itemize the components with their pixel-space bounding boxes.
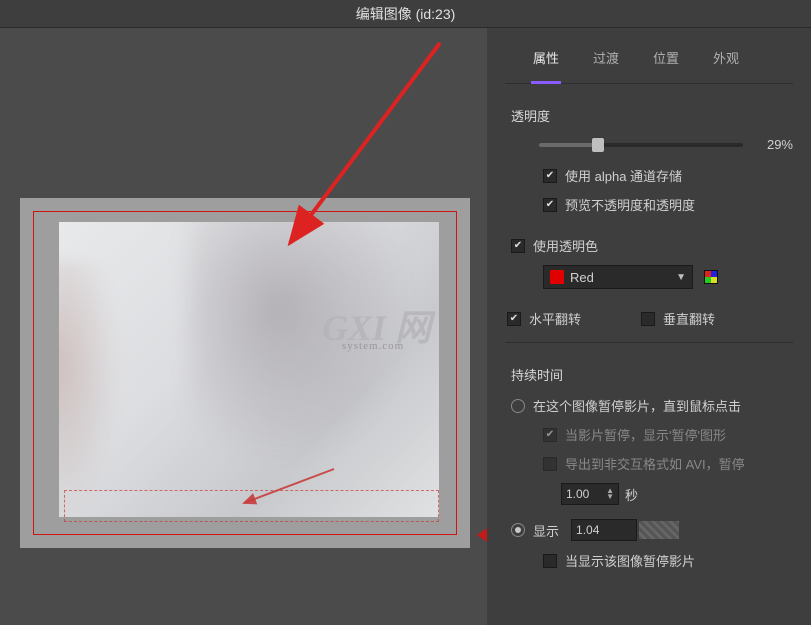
window-title: 编辑图像 (id:23) [356,4,456,24]
duration-title: 持续时间 [511,365,793,384]
show-radio-label: 显示 [533,521,559,540]
tab-appearance[interactable]: 外观 [713,48,739,75]
section-transparency: 透明度 29% 使用 alpha 通道存储 预览不透明度和透明度 [505,106,793,214]
vflip-label: 垂直翻转 [663,309,715,328]
pause-shape-checkbox [543,428,557,442]
spinner-arrows-icon[interactable]: ▲▼ [606,488,614,500]
tab-transition[interactable]: 过渡 [593,48,619,75]
tab-properties[interactable]: 属性 [533,48,559,75]
image-preview: GXI 网 system.com [59,222,439,517]
transcolor-name: Red [570,270,670,285]
section-duration: 持续时间 在这个图像暂停影片，直到鼠标点击 当影片暂停，显示'暂停'图形 导出到… [505,365,793,570]
opacity-slider-thumb[interactable] [592,138,604,152]
section-transcolor: 使用透明色 Red ▼ [505,236,793,289]
show-radio[interactable] [511,523,525,537]
obscured-region [639,521,679,539]
preview-checkbox[interactable] [543,198,557,212]
canvas-area: GXI 网 system.com [0,28,487,625]
watermark: GXI 网 system.com [322,312,431,352]
show-pause-checkbox[interactable] [543,554,557,568]
transcolor-select[interactable]: Red ▼ [543,265,693,289]
pause-radio-label: 在这个图像暂停影片，直到鼠标点击 [533,396,741,415]
show-value-spinner[interactable]: 1.04 [571,519,637,541]
canvas-stage[interactable]: GXI 网 system.com [20,198,470,548]
vflip-checkbox[interactable] [641,312,655,326]
seconds-unit: 秒 [625,485,638,504]
preview-label: 预览不透明度和透明度 [565,195,695,214]
palette-button[interactable] [701,267,721,287]
tabs: 属性 过渡 位置 外观 [505,28,793,84]
transparency-title: 透明度 [511,106,793,125]
palette-icon [704,270,718,284]
pause-radio[interactable] [511,399,525,413]
opacity-slider[interactable] [539,143,743,147]
tab-position[interactable]: 位置 [653,48,679,75]
pause-seconds-value: 1.00 [566,487,589,501]
alpha-checkbox[interactable] [543,169,557,183]
properties-panel: 属性 过渡 位置 外观 透明度 29% 使用 alpha 通道存储 [487,28,811,625]
export-pause-checkbox [543,457,557,471]
show-pause-label: 当显示该图像暂停影片 [565,551,695,570]
pause-seconds-spinner[interactable]: 1.00 ▲▼ [561,483,619,505]
dashed-region [64,490,439,522]
show-value: 1.04 [576,523,599,537]
transcolor-label: 使用透明色 [533,236,598,255]
pause-shape-label: 当影片暂停，显示'暂停'图形 [565,425,726,444]
alpha-label: 使用 alpha 通道存储 [565,166,682,185]
hflip-label: 水平翻转 [529,309,581,328]
chevron-down-icon: ▼ [676,272,686,283]
transcolor-checkbox[interactable] [511,239,525,253]
panel-marker-icon [477,528,487,542]
hflip-checkbox[interactable] [507,312,521,326]
section-flip: 水平翻转 垂直翻转 [505,309,793,328]
opacity-value: 29% [753,137,793,152]
selection-frame[interactable]: GXI 网 system.com [33,211,457,535]
titlebar: 编辑图像 (id:23) [0,0,811,28]
color-swatch-icon [550,270,564,284]
export-pause-label: 导出到非交互格式如 AVI，暂停 [565,454,745,473]
